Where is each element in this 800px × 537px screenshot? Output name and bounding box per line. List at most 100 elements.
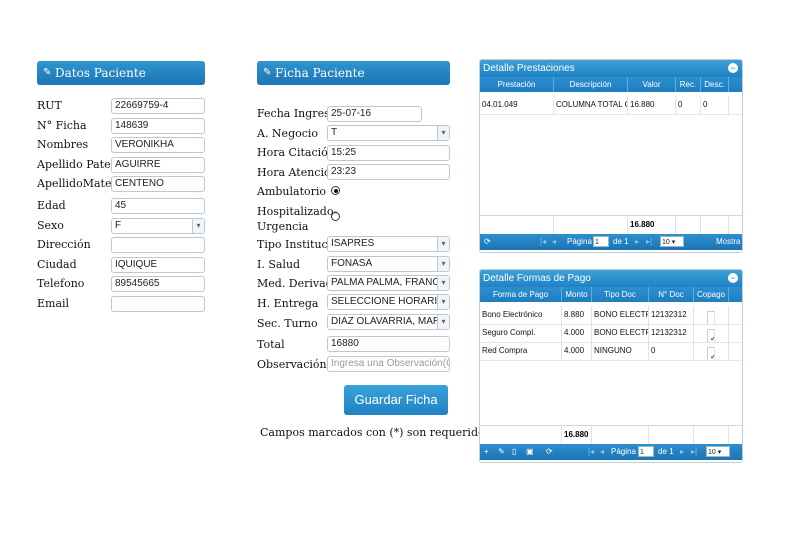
- plus-icon[interactable]: +: [484, 444, 489, 460]
- numero-cell: 12132312: [649, 306, 694, 324]
- datos-field-input[interactable]: 45: [111, 198, 205, 214]
- prev-page-icon[interactable]: ◂: [552, 234, 556, 250]
- collapse-icon[interactable]: −: [728, 273, 738, 283]
- collapse-icon[interactable]: −: [728, 63, 738, 73]
- detalle-prestaciones-title-bar: Detalle Prestaciones −: [480, 60, 742, 77]
- tipo-institucion-value: ISAPRES: [331, 238, 375, 249]
- last-page-icon[interactable]: ▸|: [646, 234, 652, 250]
- first-page-icon[interactable]: |◂: [588, 444, 594, 460]
- copago-checkbox[interactable]: [707, 311, 715, 324]
- pencil-icon[interactable]: ✎: [498, 444, 505, 460]
- datos-field-label: Sexo: [37, 219, 64, 232]
- datos-paciente-title: Datos Paciente: [55, 66, 146, 80]
- chevron-down-icon: ▾: [437, 295, 449, 309]
- datos-field-input[interactable]: [111, 296, 205, 312]
- column-header[interactable]: Monto: [562, 287, 592, 302]
- page-size-select[interactable]: 10 ▾: [660, 236, 684, 247]
- hora-citacion-input[interactable]: 15:25: [327, 145, 450, 161]
- datos-field-label: Email: [37, 297, 70, 310]
- tipo-institucion-select[interactable]: ISAPRES ▾: [327, 236, 450, 252]
- column-header[interactable]: Forma de Pago: [480, 287, 562, 302]
- med-derivador-select[interactable]: PALMA PALMA, FRANCISCO ▾: [327, 275, 450, 291]
- refresh-icon[interactable]: ⟳: [484, 234, 491, 250]
- datos-field-input[interactable]: [111, 237, 205, 253]
- column-header[interactable]: Prestación: [480, 77, 554, 92]
- total-input[interactable]: 16880: [327, 336, 450, 352]
- ambulatorio-radio[interactable]: [331, 186, 340, 195]
- copago-cell: [694, 306, 729, 324]
- table-row[interactable]: 04.01.049 COLUMNA TOTAL O 16.880 0 0: [480, 96, 742, 115]
- prev-page-icon[interactable]: ◂: [600, 444, 604, 460]
- page-label: Página: [611, 447, 636, 456]
- observacion-input[interactable]: Ingresa una Observación(Opcional): [327, 356, 450, 372]
- a-negocio-label: A. Negocio: [257, 127, 319, 140]
- datos-field-input[interactable]: F ▾: [111, 218, 205, 234]
- last-page-icon[interactable]: ▸|: [691, 444, 697, 460]
- datos-field-input[interactable]: AGUIRRE: [111, 157, 205, 173]
- table-row[interactable]: Bono Electrónico8.880BONO ELECTRO1213231…: [480, 306, 742, 325]
- chevron-down-icon: ▾: [437, 126, 449, 140]
- pencil-icon: ✎: [263, 67, 272, 78]
- datos-field-input[interactable]: CENTENO: [111, 176, 205, 192]
- column-header[interactable]: Tipo Doc: [592, 287, 649, 302]
- formas-pago-title-bar: Detalle Formas de Pago −: [480, 270, 742, 287]
- column-header[interactable]: Valor: [628, 77, 676, 92]
- guardar-ficha-button[interactable]: Guardar Ficha: [344, 385, 448, 415]
- hospitalizado-radio[interactable]: [331, 212, 340, 221]
- hospitalizado-label: Hospitalizado-: [257, 205, 338, 218]
- table-row[interactable]: Seguro Compl.4.000BONO ELECTRO12132312 ✓: [480, 324, 742, 343]
- page-size-select[interactable]: 10 ▾: [706, 446, 730, 457]
- page-of-label: de 1: [658, 447, 674, 456]
- desc-cell: 0: [701, 96, 729, 114]
- trash-icon[interactable]: ▣: [526, 444, 534, 460]
- formas-pago-grid: Detalle Formas de Pago − Forma de Pago M…: [479, 269, 743, 463]
- h-entrega-value: SELECCIONE HORARIO: [331, 296, 445, 307]
- ficha-paciente-header: ✎ Ficha Paciente: [257, 61, 450, 85]
- urgencia-label: Urgencia: [257, 220, 309, 233]
- empty-cell: [649, 426, 694, 444]
- monto-cell: 8.880: [562, 306, 592, 324]
- column-header[interactable]: N° Doc: [649, 287, 694, 302]
- totals-row: 16.880: [480, 425, 742, 444]
- tipo-cell: BONO ELECTRO: [592, 306, 649, 324]
- copago-cell: ✓: [694, 342, 729, 360]
- i-salud-value: FONASA: [331, 258, 373, 269]
- a-negocio-select[interactable]: T ▾: [327, 125, 450, 141]
- empty-cell: [701, 216, 729, 234]
- datos-field-label: Nombres: [37, 138, 89, 151]
- datos-field-input[interactable]: 89545665: [111, 276, 205, 292]
- chevron-down-icon: ▾: [192, 219, 204, 233]
- page-input[interactable]: 1: [638, 446, 654, 457]
- next-page-icon[interactable]: ▸: [635, 234, 639, 250]
- next-page-icon[interactable]: ▸: [680, 444, 684, 460]
- copago-checkbox[interactable]: ✓: [707, 347, 715, 360]
- column-header[interactable]: Rec.: [676, 77, 701, 92]
- document-icon[interactable]: ▯: [512, 444, 516, 460]
- page-input[interactable]: 1: [593, 236, 609, 247]
- ambulatorio-label: Ambulatorio: [257, 185, 327, 198]
- fecha-ingreso-input[interactable]: 25-07-16: [327, 106, 422, 122]
- pencil-icon: ✎: [43, 67, 52, 78]
- chevron-down-icon: ▾: [437, 237, 449, 251]
- datos-field-input[interactable]: 22669759-4: [111, 98, 205, 114]
- datos-field-label: Edad: [37, 199, 66, 212]
- copago-cell: ✓: [694, 324, 729, 342]
- datos-field-label: Ciudad: [37, 258, 77, 271]
- column-header[interactable]: Desc.: [701, 77, 729, 92]
- monto-cell: 4.000: [562, 342, 592, 360]
- refresh-icon[interactable]: ⟳: [546, 444, 553, 460]
- sec-turno-select[interactable]: DIAZ OLAVARRIA, MARCELO ▾: [327, 314, 450, 330]
- copago-checkbox[interactable]: ✓: [707, 329, 715, 342]
- datos-field-input[interactable]: 148639: [111, 118, 205, 134]
- datos-field-input[interactable]: VERONIKHA: [111, 137, 205, 153]
- prestacion-cell: 04.01.049: [480, 96, 554, 114]
- first-page-icon[interactable]: |◂: [540, 234, 546, 250]
- h-entrega-select[interactable]: SELECCIONE HORARIO ▾: [327, 294, 450, 310]
- i-salud-select[interactable]: FONASA ▾: [327, 256, 450, 272]
- hora-atencion-input[interactable]: 23:23: [327, 164, 450, 180]
- column-header[interactable]: Descripción: [554, 77, 628, 92]
- pager-bar: + ✎ ▯ ▣ ⟳ |◂ ◂ Página 1 de 1 ▸ ▸| 10 ▾: [480, 444, 742, 460]
- datos-field-input[interactable]: IQUIQUE: [111, 257, 205, 273]
- table-row[interactable]: Red Compra4.000NINGUNO0 ✓: [480, 342, 742, 361]
- column-header[interactable]: Copago: [694, 287, 729, 302]
